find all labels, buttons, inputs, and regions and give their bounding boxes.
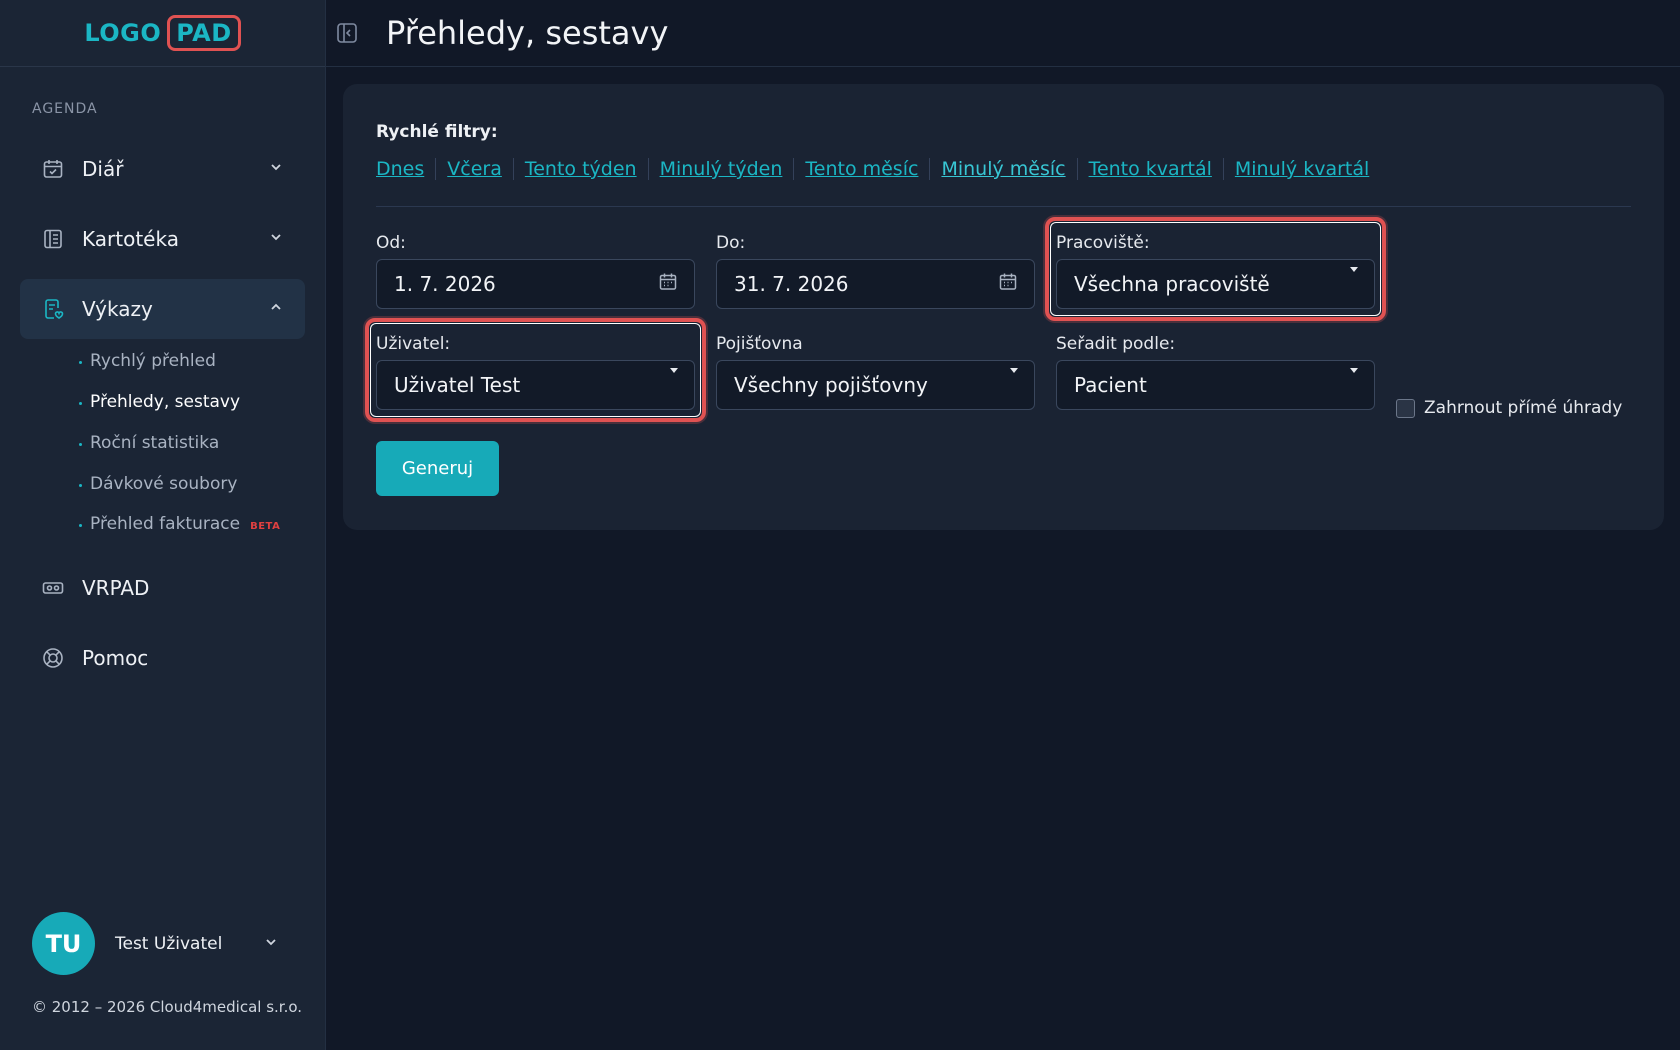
calendar-icon[interactable]: [998, 272, 1018, 297]
sidebar-item-label: Diář: [82, 157, 124, 181]
insurer-value: Všechny pojišťovny: [734, 373, 928, 397]
direct-payments-option[interactable]: Zahrnout přímé úhrady: [1396, 398, 1622, 418]
from-date-value: 1. 7. 2026: [394, 272, 496, 296]
insurer-label: Pojišťovna: [716, 334, 803, 354]
user-name: Test Uživatel: [115, 933, 223, 954]
quick-filter-this-week[interactable]: Tento týden: [525, 158, 637, 180]
sidebar-item-diar[interactable]: Diář: [20, 139, 305, 199]
caret-down-icon: [670, 368, 678, 397]
report-icon: [40, 296, 66, 322]
from-date-label: Od:: [376, 233, 406, 253]
sidebar-item-label: VRPAD: [82, 576, 150, 600]
vr-headset-icon: [40, 575, 66, 601]
sidebar-item-vrpad[interactable]: VRPAD: [20, 558, 305, 618]
divider: [376, 206, 1631, 207]
sidebar-item-kartoteka[interactable]: Kartotéka: [20, 209, 305, 269]
workplace-select[interactable]: Všechna pracoviště: [1056, 259, 1375, 309]
user-filter-label: Uživatel:: [376, 334, 451, 354]
user-filter-value: Uživatel Test: [394, 373, 521, 397]
quick-filter-last-month[interactable]: Minulý měsíc: [941, 158, 1065, 180]
separator: [1222, 158, 1224, 180]
caret-down-icon: [1350, 368, 1358, 397]
direct-payments-label: Zahrnout přímé úhrady: [1424, 398, 1623, 418]
sidebar-subitem-prehledy-sestavy[interactable]: Přehledy, sestavy: [78, 392, 240, 412]
sidebar-subitem-label: Přehled fakturace: [90, 514, 241, 534]
from-date-field[interactable]: 1. 7. 2026: [376, 259, 695, 309]
quick-filters: Dnes Včera Tento týden Minulý týden Tent…: [376, 158, 1369, 180]
calendar-icon[interactable]: [658, 272, 678, 297]
sort-select[interactable]: Pacient: [1056, 360, 1375, 410]
sidebar-item-label: Pomoc: [82, 646, 149, 670]
separator: [647, 158, 649, 180]
to-date-label: Do:: [716, 233, 746, 253]
direct-payments-checkbox[interactable]: [1396, 398, 1415, 418]
sort-value: Pacient: [1074, 373, 1147, 397]
quick-filter-this-month[interactable]: Tento měsíc: [805, 158, 918, 180]
notebook-icon: [40, 226, 66, 252]
beta-badge: BETA: [250, 521, 281, 532]
user-menu[interactable]: TU Test Uživatel: [32, 912, 278, 975]
insurer-select[interactable]: Všechny pojišťovny: [716, 360, 1035, 410]
chevron-down-icon: [269, 230, 283, 248]
sidebar-item-vykazy[interactable]: Výkazy: [20, 279, 305, 339]
logo-area: LOGO PAD: [0, 0, 325, 67]
sidebar: LOGO PAD AGENDA Diář Kartotéka Výkazy Ry…: [0, 0, 326, 1050]
lifebuoy-icon: [40, 645, 66, 671]
separator: [1076, 158, 1078, 180]
chevron-down-icon: [269, 160, 283, 178]
quick-filters-label: Rychlé filtry:: [376, 122, 498, 142]
section-label-agenda: AGENDA: [32, 101, 98, 117]
quick-filter-yesterday[interactable]: Včera: [447, 158, 502, 180]
sidebar-item-label: Kartotéka: [82, 227, 179, 251]
sidebar-subitem-davkove-soubory[interactable]: Dávkové soubory: [78, 474, 237, 494]
separator: [512, 158, 514, 180]
workplace-label: Pracoviště:: [1056, 233, 1150, 253]
user-filter-select[interactable]: Uživatel Test: [376, 360, 695, 410]
filter-card: Rychlé filtry: Dnes Včera Tento týden Mi…: [343, 84, 1664, 530]
chevron-down-icon: [264, 935, 278, 953]
to-date-field[interactable]: 31. 7. 2026: [716, 259, 1035, 309]
separator: [929, 158, 931, 180]
quick-filter-today[interactable]: Dnes: [376, 158, 424, 180]
to-date-value: 31. 7. 2026: [734, 272, 849, 296]
avatar: TU: [32, 912, 95, 975]
sidebar-subitem-prehled-fakturace[interactable]: Přehled fakturace BETA: [78, 514, 281, 534]
sidebar-collapse-icon[interactable]: [336, 22, 358, 44]
logo[interactable]: LOGO PAD: [84, 14, 241, 52]
quick-filter-this-quarter[interactable]: Tento kvartál: [1089, 158, 1212, 180]
chevron-up-icon: [269, 300, 283, 318]
copyright: © 2012 – 2026 Cloud4medical s.r.o.: [32, 998, 303, 1016]
generate-button[interactable]: Generuj: [376, 441, 499, 496]
caret-down-icon: [1010, 368, 1018, 397]
sidebar-subitem-rocni-statistika[interactable]: Roční statistika: [78, 433, 219, 453]
sort-label: Seřadit podle:: [1056, 334, 1176, 354]
quick-filter-last-quarter[interactable]: Minulý kvartál: [1235, 158, 1369, 180]
workplace-value: Všechna pracoviště: [1074, 272, 1270, 296]
sidebar-item-pomoc[interactable]: Pomoc: [20, 628, 305, 688]
caret-down-icon: [1350, 267, 1358, 296]
separator: [435, 158, 437, 180]
calendar-check-icon: [40, 156, 66, 182]
page-title: Přehledy, sestavy: [386, 14, 669, 52]
header: Přehledy, sestavy: [326, 0, 1680, 67]
quick-filter-last-week[interactable]: Minulý týden: [660, 158, 783, 180]
sidebar-item-label: Výkazy: [82, 297, 153, 321]
sidebar-subitem-rychly-prehled[interactable]: Rychlý přehled: [79, 351, 216, 371]
separator: [793, 158, 795, 180]
